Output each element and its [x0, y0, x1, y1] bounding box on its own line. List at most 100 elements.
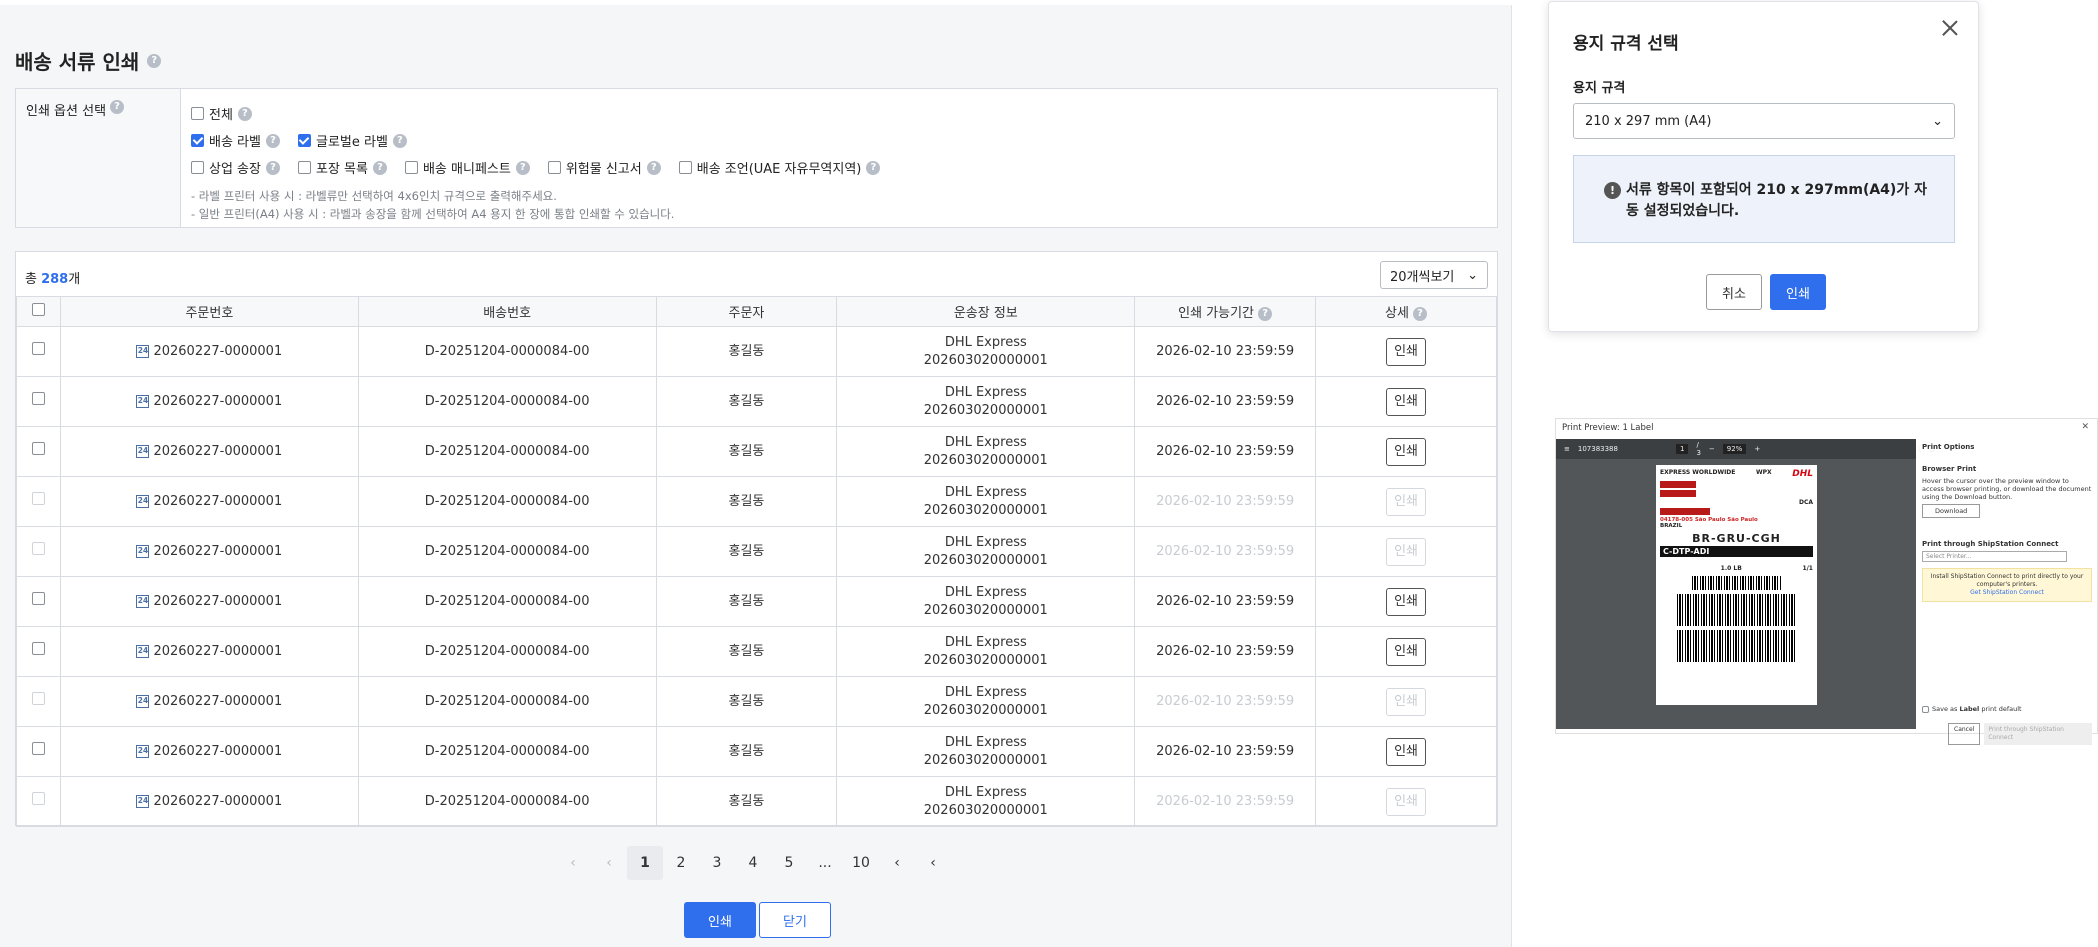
download-icon[interactable]: ⤓	[1918, 445, 1921, 454]
total-prefix: 총	[25, 272, 42, 287]
row-checkbox[interactable]	[31, 392, 45, 405]
orderer-cell: 홍길동	[655, 576, 838, 627]
print-button[interactable]: 인쇄	[684, 902, 756, 938]
page-number-button[interactable]: 2	[663, 846, 699, 880]
prev-page-button[interactable]: ‹	[591, 846, 627, 880]
order-no[interactable]: 20260227-0000001	[153, 444, 282, 459]
option-checkbox[interactable]: 배송 라벨?	[191, 131, 280, 150]
per-page-select[interactable]: 20개씩보기 ⌄	[1380, 261, 1488, 289]
page-number-button[interactable]: 1	[627, 846, 663, 880]
next-page-button[interactable]: ‹	[879, 846, 915, 880]
checkbox[interactable]	[191, 161, 204, 174]
print-shipstation-button[interactable]: Print through ShipStation Connect	[1984, 723, 2092, 745]
option-checkbox[interactable]: 전체?	[191, 104, 252, 123]
row-print-button[interactable]: 인쇄	[1386, 437, 1427, 466]
page-input[interactable]: 1	[1675, 444, 1689, 454]
order-no[interactable]: 20260227-0000001	[153, 394, 282, 409]
order-no[interactable]: 20260227-0000001	[153, 744, 282, 759]
row-print-button[interactable]: 인쇄	[1386, 337, 1427, 366]
checkbox[interactable]	[191, 134, 204, 147]
checkbox[interactable]	[297, 161, 311, 174]
print-period-cell: 2026-02-10 23:59:59	[1134, 426, 1317, 477]
modal-cancel-button[interactable]: 취소	[1706, 274, 1762, 310]
order-no[interactable]: 20260227-0000001	[153, 644, 282, 659]
preview-cancel-button[interactable]: Cancel	[1948, 723, 1981, 745]
paper-size-modal: 용지 규격 선택 용지 규격 210 x 297 mm (A4) ⌄ ! 서류 …	[1548, 1, 1979, 332]
order-no[interactable]: 20260227-0000001	[153, 694, 282, 709]
row-checkbox[interactable]	[31, 642, 45, 655]
detail-cell: 인쇄	[1315, 626, 1497, 677]
page-number-button[interactable]: 10	[843, 846, 879, 880]
last-page-button[interactable]: ‹	[915, 846, 951, 880]
row-print-button[interactable]: 인쇄	[1386, 737, 1427, 766]
download-button[interactable]: Download	[1922, 504, 1981, 518]
page-number-button[interactable]: 4	[735, 846, 771, 880]
pdf-viewer[interactable]: ≡ 107383388 1 / 3 − 92% + ⤓ ⎙ ⋮ EXPRESS …	[1556, 439, 1950, 729]
page-number-button[interactable]: 5	[771, 846, 807, 880]
row-checkbox[interactable]	[31, 342, 45, 355]
option-checkbox[interactable]: 글로벌e 라벨?	[297, 131, 407, 150]
zoom-in-icon[interactable]: +	[1754, 445, 1760, 453]
help-icon[interactable]: ?	[110, 100, 125, 114]
print-options-label-text: 인쇄 옵션 선택	[26, 104, 107, 119]
row-checkbox[interactable]	[31, 692, 45, 705]
doc-id: 107383388	[1577, 445, 1618, 453]
option-checkbox[interactable]: 배송 조언(UAE 자유무역지역)?	[678, 158, 881, 177]
printer-select[interactable]: Select Printer...	[1922, 551, 2067, 562]
get-shipstation-link[interactable]: Get ShipStation Connect	[1927, 589, 2087, 597]
checkbox[interactable]	[297, 134, 311, 147]
help-icon[interactable]: ?	[515, 160, 530, 175]
waybill-cell: DHL Express 202603020000001	[836, 426, 1136, 477]
close-icon[interactable]: ✕	[2081, 422, 2089, 432]
row-checkbox[interactable]	[31, 542, 45, 555]
row-checkbox[interactable]	[31, 442, 45, 455]
detail-cell: 인쇄	[1315, 726, 1497, 777]
paper-size-select[interactable]: 210 x 297 mm (A4) ⌄	[1573, 103, 1955, 139]
order-no[interactable]: 20260227-0000001	[153, 594, 282, 609]
option-checkbox[interactable]: 배송 매니페스트?	[404, 158, 530, 177]
help-icon[interactable]: ?	[372, 160, 387, 175]
row-checkbox[interactable]	[31, 492, 45, 505]
help-icon[interactable]: ?	[1258, 306, 1273, 321]
detail-cell: 인쇄	[1315, 426, 1497, 477]
order-no[interactable]: 20260227-0000001	[153, 544, 282, 559]
row-checkbox[interactable]	[31, 592, 45, 605]
help-icon[interactable]: ?	[237, 106, 252, 121]
order-no[interactable]: 20260227-0000001	[153, 344, 282, 359]
help-icon[interactable]: ?	[265, 133, 280, 148]
print-period-cell: 2026-02-10 23:59:59	[1134, 326, 1317, 377]
orderer-cell: 홍길동	[655, 426, 838, 477]
row-print-button[interactable]: 인쇄	[1386, 637, 1427, 666]
row-checkbox[interactable]	[31, 742, 45, 755]
close-button[interactable]: 닫기	[759, 902, 831, 938]
order-no[interactable]: 20260227-0000001	[153, 494, 282, 509]
option-checkbox[interactable]: 위험물 신고서?	[547, 158, 661, 177]
row-print-button[interactable]: 인쇄	[1386, 387, 1427, 416]
help-icon[interactable]: ?	[265, 160, 280, 175]
pdf-toolbar: ≡ 107383388 1 / 3 − 92% + ⤓ ⎙ ⋮	[1556, 439, 1950, 459]
checkbox[interactable]	[547, 161, 561, 174]
checkbox[interactable]	[404, 161, 418, 174]
help-icon[interactable]: ?	[392, 133, 407, 148]
checkbox[interactable]	[678, 161, 692, 174]
help-icon[interactable]: ?	[147, 53, 162, 68]
row-checkbox[interactable]	[31, 792, 45, 805]
modal-print-button[interactable]: 인쇄	[1770, 274, 1826, 310]
option-checkbox[interactable]: 포장 목록?	[297, 158, 387, 177]
first-page-button[interactable]: ‹	[555, 846, 591, 880]
save-default-checkbox[interactable]	[1922, 705, 1929, 713]
waybill-cell: DHL Express 202603020000001	[836, 526, 1136, 577]
option-checkbox[interactable]: 상업 송장?	[191, 158, 280, 177]
checkbox[interactable]	[191, 107, 204, 120]
order-no[interactable]: 20260227-0000001	[153, 794, 282, 809]
menu-icon[interactable]: ≡	[1564, 445, 1570, 453]
help-icon[interactable]: ?	[1413, 306, 1428, 321]
page-number-button[interactable]: 3	[699, 846, 735, 880]
close-icon[interactable]	[1940, 18, 1960, 38]
zoom-input[interactable]: 92%	[1722, 444, 1747, 454]
help-icon[interactable]: ?	[646, 160, 661, 175]
zoom-out-icon[interactable]: −	[1709, 445, 1715, 453]
help-icon[interactable]: ?	[866, 160, 881, 175]
select-all-checkbox[interactable]	[31, 303, 45, 316]
row-print-button[interactable]: 인쇄	[1386, 587, 1427, 616]
